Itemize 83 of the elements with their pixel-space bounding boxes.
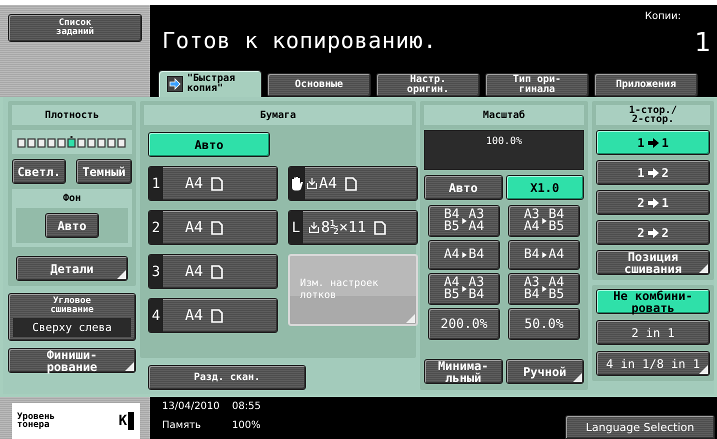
zoom-display: 100.0% [424, 130, 584, 170]
lighter-button[interactable]: Светл. [12, 159, 66, 184]
paper-tray-button[interactable]: 3 A4 [148, 254, 278, 289]
background-auto-button[interactable]: Авто [45, 213, 99, 238]
combine-button[interactable]: 4 in 1/8 in 1 [596, 351, 710, 376]
triangle-arrow-icon [542, 286, 546, 292]
tab[interactable]: Приложения [594, 73, 698, 97]
arrow-icon [648, 138, 658, 148]
paper-tray-button[interactable]: A4 [288, 166, 418, 201]
zoom-preset-button[interactable]: B4 B5 A3 A4 [428, 205, 500, 237]
tab[interactable]: "Быстрая копия" [158, 70, 262, 97]
duplex-mode-button[interactable]: 2 1 [596, 190, 710, 215]
arrow-icon [648, 198, 658, 208]
minimal-zoom-button[interactable]: Минима- льный [424, 359, 502, 384]
details-button[interactable]: Детали [16, 256, 128, 281]
separate-scan-button[interactable]: Разд. скан. [148, 365, 306, 390]
toner-level-label: Уровень тонера [17, 412, 55, 430]
paper-auto-button[interactable]: Авто [148, 132, 270, 157]
darker-button[interactable]: Темный [76, 159, 132, 184]
paper-tray-button[interactable]: L 8½×11 [288, 210, 418, 245]
section-header: 1-стор./ 2-стор. [596, 105, 710, 125]
zoom-preset-button[interactable]: A3 A4 B4 B5 [508, 205, 580, 237]
zoom-mode-button[interactable]: X1.0 [506, 175, 584, 200]
hand-icon [290, 176, 304, 191]
triangle-arrow-icon [462, 218, 466, 224]
staple-position-button[interactable]: Позиция сшивания [596, 250, 710, 275]
copies-label: Копии: [644, 11, 681, 22]
duplex-mode-button[interactable]: 1 1 [596, 130, 710, 155]
corner-stapling-button[interactable]: Угловое сшивание Сверху слева [8, 293, 136, 341]
paper-feed-icon [309, 222, 319, 233]
memory-label: Память [162, 421, 202, 433]
arrow-icon [648, 228, 658, 238]
zoom-preset-button[interactable]: A3 B4 A4 B5 [508, 273, 580, 305]
page-icon [211, 220, 224, 234]
zoom-preset-button[interactable]: B4 A4 [508, 240, 580, 270]
date-text: 13/04/2010 [162, 402, 221, 414]
background-label: Фон [62, 193, 82, 204]
corner-triangle-icon [117, 270, 126, 279]
manual-zoom-button[interactable]: Ручной [506, 359, 584, 384]
triangle-arrow-icon [462, 286, 466, 292]
corner-triangle-icon [699, 365, 708, 374]
paper-tray-button[interactable]: 1 A4 [148, 166, 278, 201]
section-header: Плотность [12, 105, 132, 125]
page-icon [211, 308, 224, 322]
toner-level-indicator: K [118, 412, 134, 430]
duplex-mode-button[interactable]: 2 2 [596, 220, 710, 245]
copies-count: 1 [694, 28, 711, 58]
arrow-icon [167, 76, 183, 92]
paper-tray-button[interactable]: 2 A4 [148, 210, 278, 245]
combine-button[interactable]: Не комбини- ровать [596, 289, 710, 314]
density-scale[interactable] [17, 136, 127, 148]
arrow-icon [648, 168, 658, 178]
zoom-preset-button[interactable]: 50.0% [508, 308, 580, 340]
page-icon [211, 176, 224, 190]
triangle-arrow-icon [462, 252, 466, 258]
tab[interactable]: Настр. оригин. [376, 73, 480, 97]
zoom-preset-button[interactable]: A4 B4 [428, 240, 500, 270]
page-icon [345, 176, 358, 190]
tab[interactable]: Основные [267, 73, 371, 97]
combine-button[interactable]: 2 in 1 [596, 320, 710, 345]
language-selection-button[interactable]: Language Selection [565, 415, 715, 439]
corner-triangle-icon [406, 314, 415, 323]
page-icon [374, 220, 386, 234]
triangle-arrow-icon [542, 252, 546, 258]
corner-triangle-icon [125, 362, 134, 371]
time-text: 08:55 [232, 402, 261, 414]
status-title: Готов к копированию. [162, 29, 437, 56]
job-list-button[interactable]: Список заданий [8, 14, 142, 42]
triangle-arrow-icon [542, 218, 546, 224]
zoom-preset-button[interactable]: 200.0% [428, 308, 500, 340]
memory-value: 100% [232, 421, 261, 433]
corner-triangle-icon [573, 373, 582, 382]
duplex-mode-button[interactable]: 1 2 [596, 160, 710, 185]
section-header: Бумага [144, 105, 412, 125]
finishing-button[interactable]: Финиши- рование [8, 348, 136, 373]
page-icon [211, 264, 224, 278]
tab[interactable]: Тип ори- гинала [485, 73, 589, 97]
paper-feed-icon [307, 178, 317, 189]
zoom-preset-button[interactable]: A4 B5 A3 B4 [428, 273, 500, 305]
section-header: Масштаб [424, 105, 584, 125]
zoom-mode-button[interactable]: Авто [424, 175, 502, 200]
paper-tray-button[interactable]: 4 A4 [148, 298, 278, 333]
corner-triangle-icon [699, 264, 708, 273]
